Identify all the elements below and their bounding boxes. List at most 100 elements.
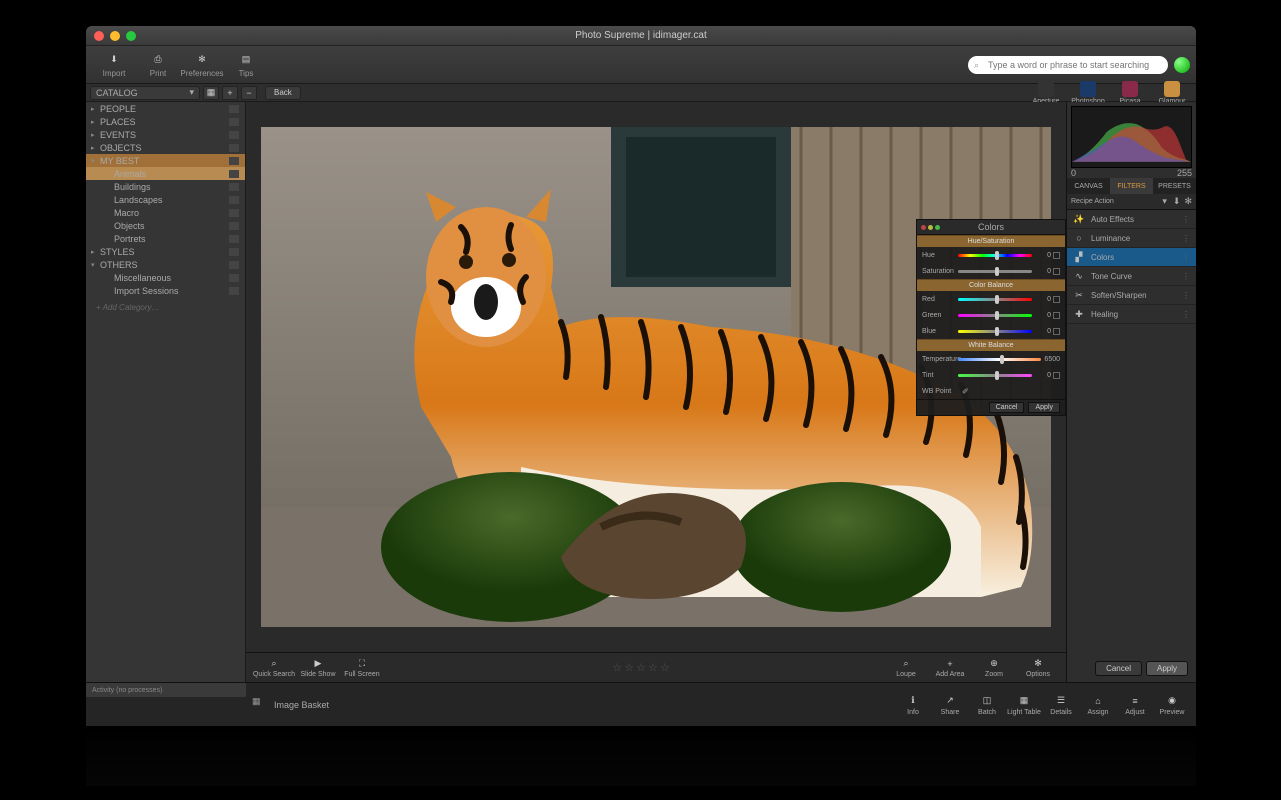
- recipe-dropdown[interactable]: Recipe Action▾ ⬇ ✻: [1067, 194, 1196, 210]
- app-icon: [1122, 81, 1138, 97]
- adjust-action[interactable]: ≡Adjust: [1117, 694, 1153, 716]
- sidebar-item[interactable]: Portrets: [86, 232, 245, 245]
- app-icon: [1164, 81, 1180, 97]
- assign-action[interactable]: ⌂Assign: [1080, 694, 1116, 716]
- save-recipe-icon[interactable]: ⬇: [1173, 196, 1181, 207]
- sidebar-category[interactable]: MY BEST: [86, 154, 245, 167]
- eyedropper-icon[interactable]: ✐: [962, 387, 969, 396]
- add-area-button[interactable]: +Add Area: [928, 658, 972, 678]
- colors-apply-button[interactable]: Apply: [1028, 402, 1060, 413]
- app-icon: [1038, 81, 1054, 97]
- loupe-button[interactable]: ⌕Loupe: [884, 658, 928, 678]
- photoshop-app[interactable]: Photoshop: [1068, 81, 1108, 105]
- quick-search-button[interactable]: ⌕Quick Search: [252, 658, 296, 678]
- search-field[interactable]: ⌕: [968, 56, 1168, 74]
- colors-cancel-button[interactable]: Cancel: [989, 402, 1025, 413]
- green-slider[interactable]: [958, 314, 1032, 317]
- cube-icon: ◫: [980, 694, 994, 708]
- import-button[interactable]: ⬇Import: [92, 48, 136, 82]
- search-input[interactable]: [988, 60, 1162, 70]
- recipe-settings-icon[interactable]: ✻: [1184, 196, 1192, 207]
- options-button[interactable]: ✻Options: [1016, 658, 1060, 678]
- sidebar-item[interactable]: Macro: [86, 206, 245, 219]
- fullscreen-button[interactable]: ⛶Full Screen: [340, 658, 384, 678]
- remove-button[interactable]: −: [241, 86, 257, 100]
- expand-icon: ⛶: [355, 658, 369, 670]
- red-slider[interactable]: [958, 298, 1032, 301]
- temperature-slider[interactable]: [958, 358, 1041, 361]
- hue-slider[interactable]: [958, 254, 1032, 257]
- grip-icon: ⋮: [1182, 272, 1190, 280]
- batch-action[interactable]: ◫Batch: [969, 694, 1005, 716]
- blue-slider[interactable]: [958, 330, 1032, 333]
- tab-filters[interactable]: FILTERS: [1110, 178, 1153, 194]
- play-icon: ▶: [311, 658, 325, 670]
- details-action[interactable]: ☰Details: [1043, 694, 1079, 716]
- grid-icon: ▦: [1017, 694, 1031, 708]
- grid-view-button[interactable]: ▦: [203, 86, 219, 100]
- sidebar-item[interactable]: Miscellaneous: [86, 271, 245, 284]
- share-action[interactable]: ↗Share: [932, 694, 968, 716]
- plus-icon: +: [943, 658, 957, 670]
- sidebar-item[interactable]: Landscapes: [86, 193, 245, 206]
- center-panel: Colors Hue/Saturation Hue0 Saturation0 C…: [246, 102, 1066, 682]
- bottom-panel: Activity (no processes) ▦ Image Basket ℹ…: [86, 682, 1196, 726]
- preview-action[interactable]: ◉Preview: [1154, 694, 1190, 716]
- sidebar-item[interactable]: Import Sessions: [86, 284, 245, 297]
- picasa-app[interactable]: Picasa: [1110, 81, 1150, 105]
- sidebar-category[interactable]: STYLES: [86, 245, 245, 258]
- main-toolbar: ⬇Import⎙Print✻Preferences▤Tips ⌕: [86, 46, 1196, 84]
- grip-icon: ⋮: [1182, 310, 1190, 318]
- info-icon: ℹ: [906, 694, 920, 708]
- basket-icon[interactable]: ▦: [252, 696, 270, 714]
- right-panel: 0255 CANVASFILTERSPRESETS Recipe Action▾…: [1066, 102, 1196, 682]
- sidebar-category[interactable]: OTHERS: [86, 258, 245, 271]
- panel-cancel-button[interactable]: Cancel: [1095, 661, 1142, 676]
- add-button[interactable]: +: [222, 86, 238, 100]
- panel-apply-button[interactable]: Apply: [1146, 661, 1188, 676]
- luminance-filter[interactable]: ○Luminance⋮: [1067, 229, 1196, 248]
- tips-button[interactable]: ▤Tips: [224, 48, 268, 82]
- wand-icon: ✨: [1073, 213, 1085, 225]
- rating-stars[interactable]: ☆☆☆☆☆: [612, 661, 669, 674]
- download-icon: ⬇: [105, 52, 123, 68]
- colors-filter[interactable]: ▞Colors⋮: [1067, 248, 1196, 267]
- sidebar-category[interactable]: OBJECTS: [86, 141, 245, 154]
- sidebar-category[interactable]: PEOPLE: [86, 102, 245, 115]
- auto-effects-filter[interactable]: ✨Auto Effects⋮: [1067, 210, 1196, 229]
- sidebar-item[interactable]: Animals: [86, 167, 245, 180]
- tab-presets[interactable]: PRESETS: [1153, 178, 1196, 194]
- grip-icon: ⋮: [1182, 253, 1190, 261]
- preferences-button[interactable]: ✻Preferences: [180, 48, 224, 82]
- add-category-button[interactable]: + Add Category…: [86, 297, 245, 318]
- sidebar-category[interactable]: PLACES: [86, 115, 245, 128]
- sidebar-category[interactable]: EVENTS: [86, 128, 245, 141]
- back-button[interactable]: Back: [265, 86, 301, 100]
- light-table-action[interactable]: ▦Light Table: [1006, 694, 1042, 716]
- print-button[interactable]: ⎙Print: [136, 48, 180, 82]
- glamour-app[interactable]: Glamour: [1152, 81, 1192, 105]
- image-canvas[interactable]: Colors Hue/Saturation Hue0 Saturation0 C…: [246, 102, 1066, 652]
- sliders-icon: ≡: [1128, 694, 1142, 708]
- sun-icon: ○: [1073, 232, 1085, 244]
- tag-icon: ⌂: [1091, 694, 1105, 708]
- tone-curve-filter[interactable]: ∿Tone Curve⋮: [1067, 267, 1196, 286]
- sidebar-item[interactable]: Objects: [86, 219, 245, 232]
- sidebar-item[interactable]: Buildings: [86, 180, 245, 193]
- soften-sharpen-filter[interactable]: ✂Soften/Sharpen⋮: [1067, 286, 1196, 305]
- catalog-dropdown[interactable]: CATALOG▾: [90, 86, 200, 100]
- tint-slider[interactable]: [958, 374, 1032, 377]
- info-action[interactable]: ℹInfo: [895, 694, 931, 716]
- saturation-slider[interactable]: [958, 270, 1032, 273]
- status-indicator: [1174, 57, 1190, 73]
- tab-canvas[interactable]: CANVAS: [1067, 178, 1110, 194]
- eye-icon: ◉: [1165, 694, 1179, 708]
- app-window: Photo Supreme | idimager.cat ⬇Import⎙Pri…: [86, 26, 1196, 726]
- bandage-icon: ✚: [1073, 308, 1085, 320]
- app-icon: [1080, 81, 1096, 97]
- aperture-app[interactable]: Aperture: [1026, 81, 1066, 105]
- zoom-button[interactable]: ⊕Zoom: [972, 658, 1016, 678]
- slideshow-button[interactable]: ▶Slide Show: [296, 658, 340, 678]
- catalog-sidebar: PEOPLEPLACESEVENTSOBJECTSMY BESTAnimalsB…: [86, 102, 246, 682]
- healing-filter[interactable]: ✚Healing⋮: [1067, 305, 1196, 324]
